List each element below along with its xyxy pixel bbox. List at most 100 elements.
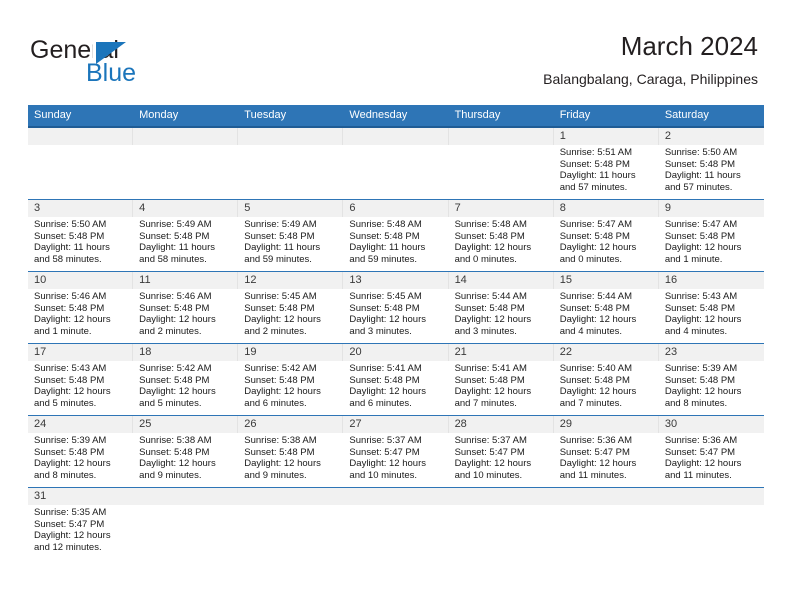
day-info: Sunrise: 5:43 AM Sunset: 5:48 PM Dayligh… (659, 289, 764, 337)
day-cell[interactable] (343, 505, 448, 559)
day-cell[interactable] (554, 505, 659, 559)
day-cell[interactable]: 24 Sunrise: 5:39 AM Sunset: 5:48 PM Dayl… (28, 416, 134, 487)
page-title: March 2024 (620, 31, 758, 61)
sunset-text: Sunset: 5:47 PM (454, 446, 525, 458)
day-cell[interactable]: 20 Sunrise: 5:41 AM Sunset: 5:48 PM Dayl… (343, 344, 449, 415)
day-cell[interactable]: 15 Sunrise: 5:44 AM Sunset: 5:48 PM Dayl… (553, 272, 659, 343)
day-cell[interactable]: 9 Sunrise: 5:47 AM Sunset: 5:48 PM Dayli… (658, 200, 764, 271)
day-info: Sunrise: 5:42 AM Sunset: 5:48 PM Dayligh… (133, 361, 238, 409)
day-cell[interactable]: 1 Sunrise: 5:51 AM Sunset: 5:48 PM Dayli… (553, 128, 659, 199)
sunrise-text: Sunrise: 5:37 AM (454, 435, 527, 446)
daylight-text-1: Daylight: 12 hours (34, 458, 111, 470)
day-cell[interactable]: 10 Sunrise: 5:46 AM Sunset: 5:48 PM Dayl… (28, 272, 134, 343)
day-cell[interactable]: 29 Sunrise: 5:36 AM Sunset: 5:47 PM Dayl… (553, 416, 659, 487)
day-cell[interactable]: 4 Sunrise: 5:49 AM Sunset: 5:48 PM Dayli… (133, 200, 239, 271)
sunrise-text: Sunrise: 5:42 AM (139, 363, 212, 374)
sunset-text: Sunset: 5:48 PM (349, 374, 420, 386)
daylight-text-2: and 4 minutes. (559, 325, 623, 337)
day-info: Sunrise: 5:41 AM Sunset: 5:48 PM Dayligh… (343, 361, 448, 409)
daylight-text-2: and 11 minutes. (664, 469, 732, 481)
week-row: 3 Sunrise: 5:50 AM Sunset: 5:48 PM Dayli… (28, 200, 764, 272)
week-row: 24 Sunrise: 5:39 AM Sunset: 5:48 PM Dayl… (28, 416, 764, 488)
day-number: 28 (448, 416, 554, 433)
day-number: 27 (343, 416, 449, 433)
sunset-text: Sunset: 5:48 PM (454, 230, 525, 242)
day-cell[interactable]: 17 Sunrise: 5:43 AM Sunset: 5:48 PM Dayl… (28, 344, 134, 415)
day-cell[interactable] (659, 505, 764, 559)
sunrise-text: Sunrise: 5:44 AM (454, 291, 527, 302)
sunrise-text: Sunrise: 5:48 AM (349, 219, 422, 230)
day-cell[interactable]: 22 Sunrise: 5:40 AM Sunset: 5:48 PM Dayl… (553, 344, 659, 415)
daylight-text-1: Daylight: 12 hours (559, 242, 637, 254)
day-number: 1 (553, 128, 659, 145)
general-blue-logo[interactable]: General Blue (30, 36, 250, 92)
day-cell[interactable]: 30 Sunrise: 5:36 AM Sunset: 5:47 PM Dayl… (658, 416, 764, 487)
day-cell[interactable] (238, 128, 344, 199)
weekday-sunday: Sunday (34, 109, 72, 121)
day-info: Sunrise: 5:37 AM Sunset: 5:47 PM Dayligh… (343, 433, 448, 481)
day-cell[interactable]: 5 Sunrise: 5:49 AM Sunset: 5:48 PM Dayli… (238, 200, 344, 271)
daylight-text-1: Daylight: 12 hours (559, 386, 637, 398)
day-number: 24 (28, 416, 134, 433)
day-cell[interactable]: 19 Sunrise: 5:42 AM Sunset: 5:48 PM Dayl… (238, 344, 344, 415)
sunset-text: Sunset: 5:48 PM (139, 374, 210, 386)
daylight-text-2: and 0 minutes. (559, 253, 623, 265)
day-info: Sunrise: 5:49 AM Sunset: 5:48 PM Dayligh… (133, 217, 238, 265)
day-cell[interactable]: 21 Sunrise: 5:41 AM Sunset: 5:48 PM Dayl… (448, 344, 554, 415)
sunset-text: Sunset: 5:48 PM (664, 374, 736, 386)
day-cell[interactable]: 7 Sunrise: 5:48 AM Sunset: 5:48 PM Dayli… (448, 200, 554, 271)
day-cell[interactable] (133, 505, 238, 559)
day-cell[interactable] (28, 128, 134, 199)
day-cell[interactable]: 13 Sunrise: 5:45 AM Sunset: 5:48 PM Dayl… (343, 272, 449, 343)
day-number: 23 (658, 344, 764, 361)
daylight-text-1: Daylight: 11 hours (139, 242, 216, 254)
day-cell[interactable]: Sunrise: 5:35 AM Sunset: 5:47 PM Dayligh… (28, 505, 133, 559)
week-row: 17 Sunrise: 5:43 AM Sunset: 5:48 PM Dayl… (28, 344, 764, 416)
sunset-text: Sunset: 5:48 PM (244, 374, 315, 386)
day-cell[interactable] (448, 128, 554, 199)
day-number: 25 (133, 416, 239, 433)
day-cell[interactable]: 14 Sunrise: 5:44 AM Sunset: 5:48 PM Dayl… (448, 272, 554, 343)
day-number: 11 (133, 272, 239, 289)
day-number: 22 (553, 344, 659, 361)
day-cell[interactable] (238, 505, 343, 559)
day-cell[interactable]: 8 Sunrise: 5:47 AM Sunset: 5:48 PM Dayli… (553, 200, 659, 271)
daylight-text-2: and 3 minutes. (454, 325, 517, 337)
sunset-text: Sunset: 5:48 PM (664, 302, 736, 314)
daylight-text-1: Daylight: 12 hours (664, 314, 742, 326)
day-cell[interactable]: 6 Sunrise: 5:48 AM Sunset: 5:48 PM Dayli… (343, 200, 449, 271)
day-info: Sunrise: 5:47 AM Sunset: 5:48 PM Dayligh… (554, 217, 659, 265)
sunset-text: Sunset: 5:48 PM (34, 446, 105, 458)
daylight-text-2: and 0 minutes. (454, 253, 517, 265)
day-cell[interactable]: 12 Sunrise: 5:45 AM Sunset: 5:48 PM Dayl… (238, 272, 344, 343)
daylight-text-1: Daylight: 11 hours (349, 242, 426, 254)
daylight-text-1: Daylight: 12 hours (559, 458, 637, 470)
day-cell[interactable]: 2 Sunrise: 5:50 AM Sunset: 5:48 PM Dayli… (658, 128, 764, 199)
day-cell[interactable]: 25 Sunrise: 5:38 AM Sunset: 5:48 PM Dayl… (133, 416, 239, 487)
daylight-text-1: Daylight: 12 hours (244, 458, 321, 470)
day-cell[interactable]: 23 Sunrise: 5:39 AM Sunset: 5:48 PM Dayl… (658, 344, 764, 415)
day-cell[interactable]: 26 Sunrise: 5:38 AM Sunset: 5:48 PM Dayl… (238, 416, 344, 487)
sunrise-text: Sunrise: 5:47 AM (664, 219, 738, 230)
sunset-text: Sunset: 5:48 PM (34, 302, 105, 314)
day-cell[interactable]: 27 Sunrise: 5:37 AM Sunset: 5:47 PM Dayl… (343, 416, 449, 487)
day-cell[interactable]: 18 Sunrise: 5:42 AM Sunset: 5:48 PM Dayl… (133, 344, 239, 415)
day-info: Sunrise: 5:48 AM Sunset: 5:48 PM Dayligh… (449, 217, 554, 265)
day-info: Sunrise: 5:46 AM Sunset: 5:48 PM Dayligh… (133, 289, 238, 337)
daylight-text-2: and 57 minutes. (559, 181, 628, 193)
day-cell[interactable] (343, 128, 449, 199)
weekday-tuesday: Tuesday (244, 109, 287, 121)
day-cell[interactable]: 16 Sunrise: 5:43 AM Sunset: 5:48 PM Dayl… (658, 272, 764, 343)
daylight-text-2: and 6 minutes. (244, 397, 307, 409)
day-cell[interactable]: 3 Sunrise: 5:50 AM Sunset: 5:48 PM Dayli… (28, 200, 134, 271)
page-header: General Blue March 2024 Balangbalang, Ca… (0, 0, 792, 104)
sunrise-text: Sunrise: 5:41 AM (454, 363, 527, 374)
day-cell[interactable] (449, 505, 554, 559)
day-info: Sunrise: 5:36 AM Sunset: 5:47 PM Dayligh… (659, 433, 764, 481)
sunrise-text: Sunrise: 5:45 AM (244, 291, 317, 302)
daylight-text-1: Daylight: 12 hours (559, 314, 637, 326)
day-cell[interactable]: 11 Sunrise: 5:46 AM Sunset: 5:48 PM Dayl… (133, 272, 239, 343)
day-cell[interactable] (133, 128, 239, 199)
day-info: Sunrise: 5:46 AM Sunset: 5:48 PM Dayligh… (28, 289, 133, 337)
day-cell[interactable]: 28 Sunrise: 5:37 AM Sunset: 5:47 PM Dayl… (448, 416, 554, 487)
